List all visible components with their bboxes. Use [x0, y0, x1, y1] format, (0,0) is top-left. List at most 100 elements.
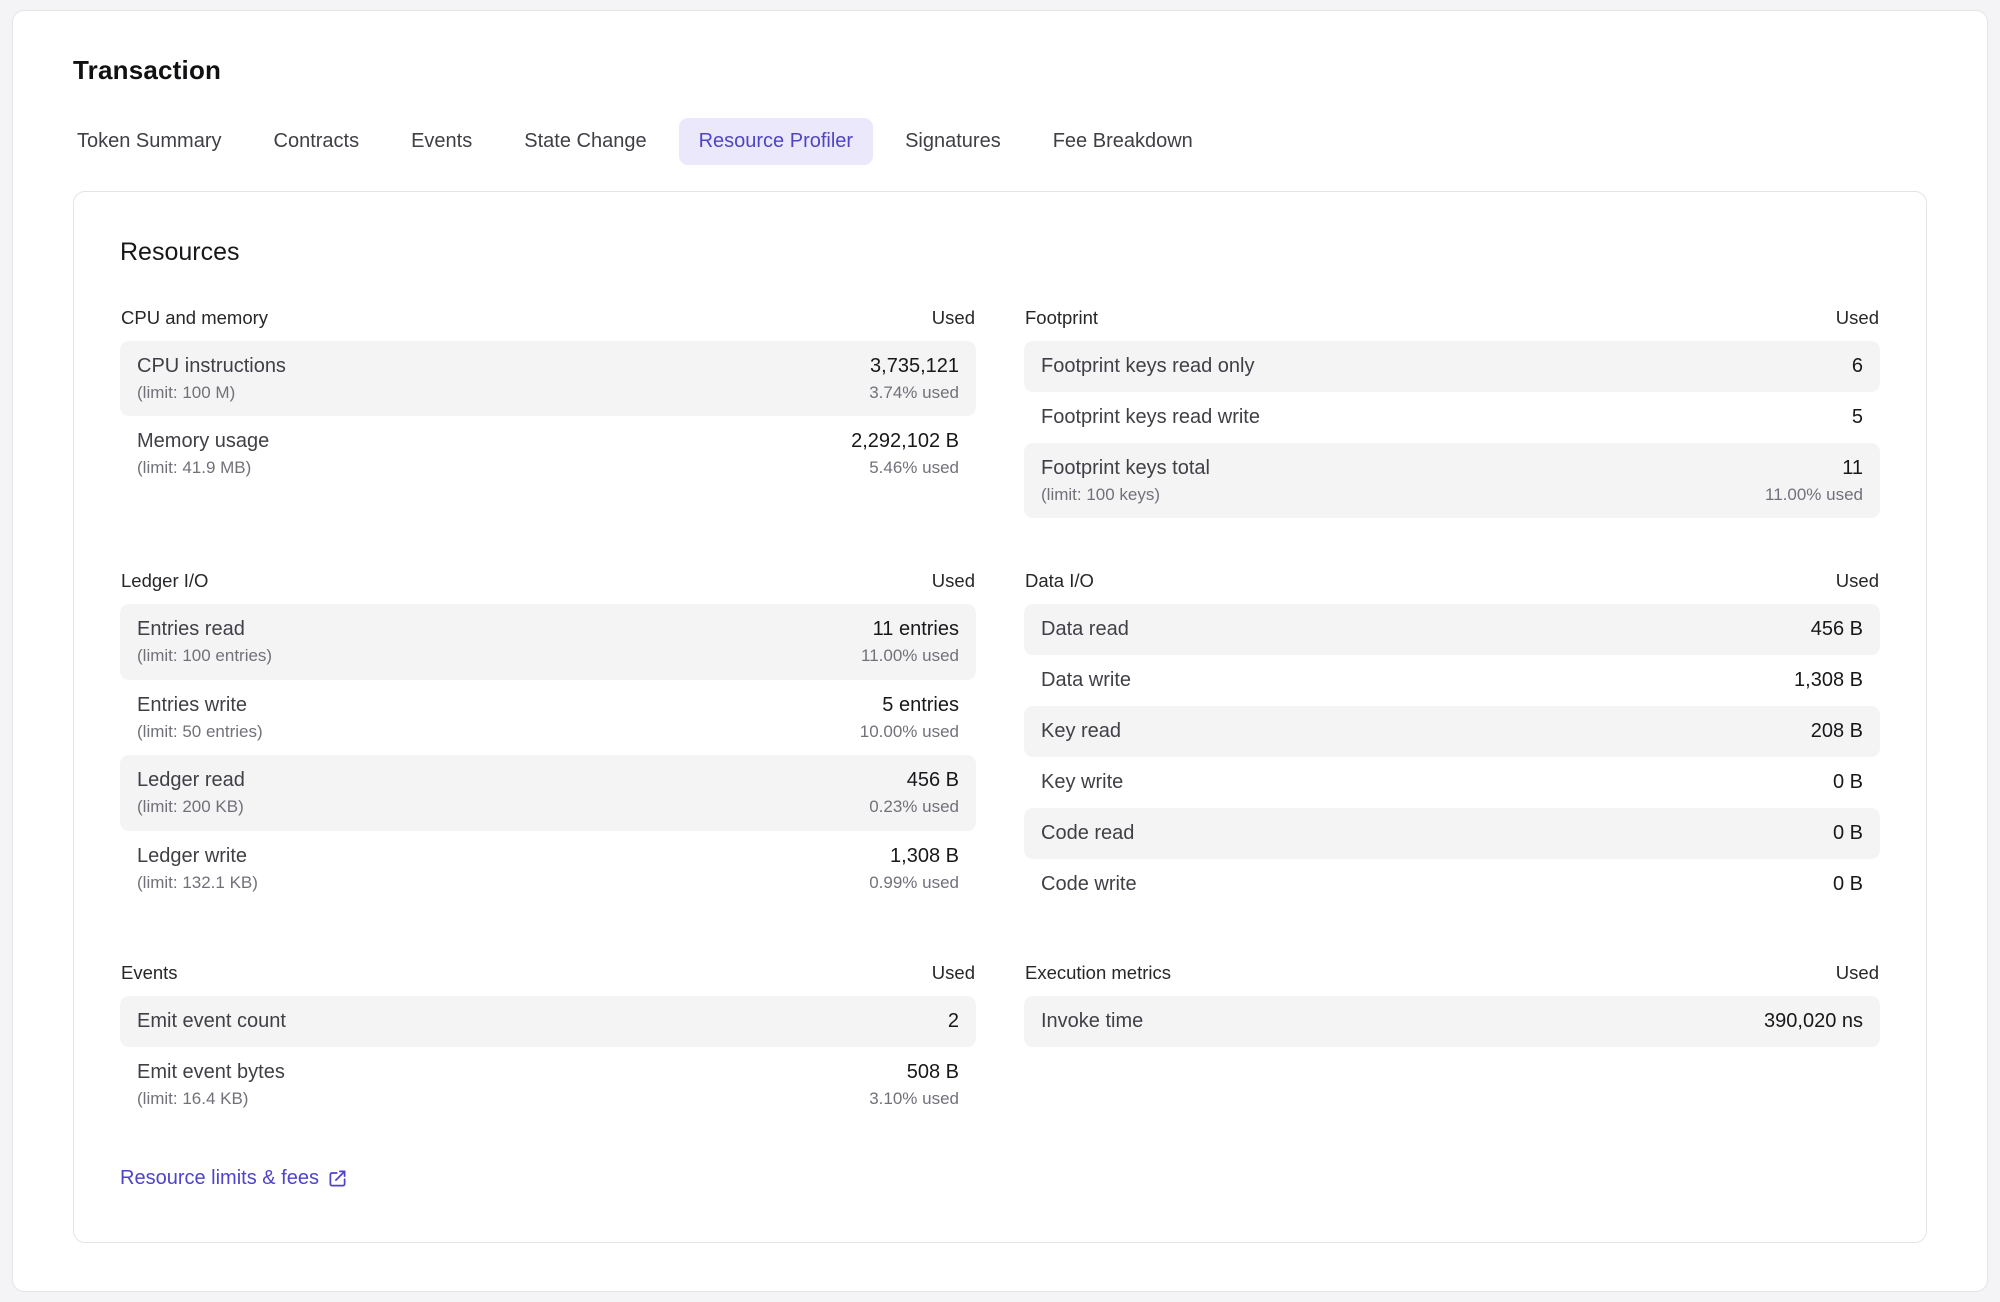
resource-limit: (limit: 100 entries): [137, 646, 272, 666]
resource-percent-used: 10.00% used: [860, 722, 959, 742]
resource-label: Footprint keys total: [1041, 456, 1210, 481]
resource-limit: (limit: 41.9 MB): [137, 458, 269, 478]
resource-row: Entries read (limit: 100 entries) 11 ent…: [120, 604, 976, 679]
resource-value: 11: [1765, 456, 1863, 481]
section-rows: Invoke time 390,020 ns: [1024, 996, 1880, 1047]
section-cpu-memory: CPU and memory Used CPU instructions (li…: [120, 307, 976, 492]
used-column-label: Used: [932, 962, 975, 984]
resource-row: Code read 0 B: [1024, 808, 1880, 859]
resource-row: Emit event bytes (limit: 16.4 KB) 508 B …: [120, 1047, 976, 1122]
section-title: Execution metrics: [1025, 962, 1171, 984]
resource-label: Footprint keys read write: [1041, 405, 1260, 430]
resource-value: 5 entries: [860, 693, 959, 718]
section-title: Events: [121, 962, 178, 984]
resource-percent-used: 5.46% used: [851, 458, 959, 478]
section-data-io: Data I/O Used Data read 456 B Data write…: [1024, 570, 1880, 910]
resource-limits-fees-link[interactable]: Resource limits & fees: [120, 1167, 347, 1190]
resource-grid: CPU and memory Used CPU instructions (li…: [120, 307, 1880, 1123]
tab-token-summary[interactable]: Token Summary: [57, 118, 242, 165]
section-ledger-io: Ledger I/O Used Entries read (limit: 100…: [120, 570, 976, 906]
resource-value: 0 B: [1833, 821, 1863, 846]
page-title: Transaction: [73, 55, 1927, 86]
resource-value: 1,308 B: [869, 844, 959, 869]
tab-state-change[interactable]: State Change: [504, 118, 666, 165]
used-column-label: Used: [932, 307, 975, 329]
section-header: Ledger I/O Used: [120, 570, 976, 592]
resource-label: Memory usage: [137, 429, 269, 454]
resource-label: Footprint keys read only: [1041, 354, 1254, 379]
resource-row: Footprint keys read only 6: [1024, 341, 1880, 392]
resource-row: Emit event count 2: [120, 996, 976, 1047]
resource-label: Ledger read: [137, 768, 245, 793]
section-rows: Footprint keys read only 6 Footprint key…: [1024, 341, 1880, 518]
resource-value: 456 B: [869, 768, 959, 793]
tab-events[interactable]: Events: [391, 118, 492, 165]
section-execution-metrics: Execution metrics Used Invoke time 390,0…: [1024, 962, 1880, 1047]
tab-fee-breakdown[interactable]: Fee Breakdown: [1033, 118, 1213, 165]
resource-value: 1,308 B: [1794, 668, 1863, 693]
resource-row: Data read 456 B: [1024, 604, 1880, 655]
resource-label: Ledger write: [137, 844, 258, 869]
resource-limit: (limit: 132.1 KB): [137, 873, 258, 893]
resource-limit: (limit: 50 entries): [137, 722, 263, 742]
resource-percent-used: 11.00% used: [861, 646, 959, 666]
resource-row: Entries write (limit: 50 entries) 5 entr…: [120, 680, 976, 755]
resource-percent-used: 11.00% used: [1765, 485, 1863, 505]
used-column-label: Used: [1836, 307, 1879, 329]
resource-value: 390,020 ns: [1764, 1009, 1863, 1034]
section-title: CPU and memory: [121, 307, 268, 329]
resource-label: Emit event bytes: [137, 1060, 285, 1085]
resource-label: Invoke time: [1041, 1009, 1143, 1034]
section-header: Events Used: [120, 962, 976, 984]
section-rows: Entries read (limit: 100 entries) 11 ent…: [120, 604, 976, 906]
section-footprint: Footprint Used Footprint keys read only …: [1024, 307, 1880, 518]
resource-row: Memory usage (limit: 41.9 MB) 2,292,102 …: [120, 416, 976, 491]
transaction-card: Transaction Token Summary Contracts Even…: [12, 10, 1988, 1292]
resource-value: 208 B: [1811, 719, 1863, 744]
resource-row: Code write 0 B: [1024, 859, 1880, 910]
section-header: CPU and memory Used: [120, 307, 976, 329]
resource-limit: (limit: 200 KB): [137, 797, 245, 817]
section-title: Data I/O: [1025, 570, 1094, 592]
resource-value: 0 B: [1833, 770, 1863, 795]
resource-row: CPU instructions (limit: 100 M) 3,735,12…: [120, 341, 976, 416]
used-column-label: Used: [932, 570, 975, 592]
resource-label: Data write: [1041, 668, 1131, 693]
section-rows: Data read 456 B Data write 1,308 B Key r…: [1024, 604, 1880, 910]
resources-title: Resources: [120, 238, 1880, 267]
resource-label: Code write: [1041, 872, 1137, 897]
resource-value: 6: [1852, 354, 1863, 379]
resource-percent-used: 0.23% used: [869, 797, 959, 817]
resource-limit: (limit: 16.4 KB): [137, 1089, 285, 1109]
section-header: Execution metrics Used: [1024, 962, 1880, 984]
resource-label: Emit event count: [137, 1009, 286, 1034]
tab-signatures[interactable]: Signatures: [885, 118, 1021, 165]
resource-row: Ledger read (limit: 200 KB) 456 B 0.23% …: [120, 755, 976, 830]
resource-limit: (limit: 100 M): [137, 383, 286, 403]
resource-label: Entries write: [137, 693, 263, 718]
section-header: Footprint Used: [1024, 307, 1880, 329]
resource-row: Key write 0 B: [1024, 757, 1880, 808]
section-events: Events Used Emit event count 2 Emit even…: [120, 962, 976, 1122]
section-rows: CPU instructions (limit: 100 M) 3,735,12…: [120, 341, 976, 492]
resource-value: 2,292,102 B: [851, 429, 959, 454]
section-rows: Emit event count 2 Emit event bytes (lim…: [120, 996, 976, 1122]
resource-value: 11 entries: [861, 617, 959, 642]
tab-contracts[interactable]: Contracts: [254, 118, 380, 165]
resource-value: 3,735,121: [869, 354, 959, 379]
resource-row: Key read 208 B: [1024, 706, 1880, 757]
tab-resource-profiler[interactable]: Resource Profiler: [679, 118, 874, 165]
resource-value: 456 B: [1811, 617, 1863, 642]
used-column-label: Used: [1836, 962, 1879, 984]
section-title: Footprint: [1025, 307, 1098, 329]
resource-value: 0 B: [1833, 872, 1863, 897]
resource-limits-fees-label: Resource limits & fees: [120, 1167, 319, 1190]
resource-limit: (limit: 100 keys): [1041, 485, 1210, 505]
used-column-label: Used: [1836, 570, 1879, 592]
resource-row: Invoke time 390,020 ns: [1024, 996, 1880, 1047]
section-title: Ledger I/O: [121, 570, 208, 592]
resource-value: 5: [1852, 405, 1863, 430]
resource-row: Data write 1,308 B: [1024, 655, 1880, 706]
external-link-icon: [328, 1169, 347, 1188]
resource-label: Key write: [1041, 770, 1123, 795]
